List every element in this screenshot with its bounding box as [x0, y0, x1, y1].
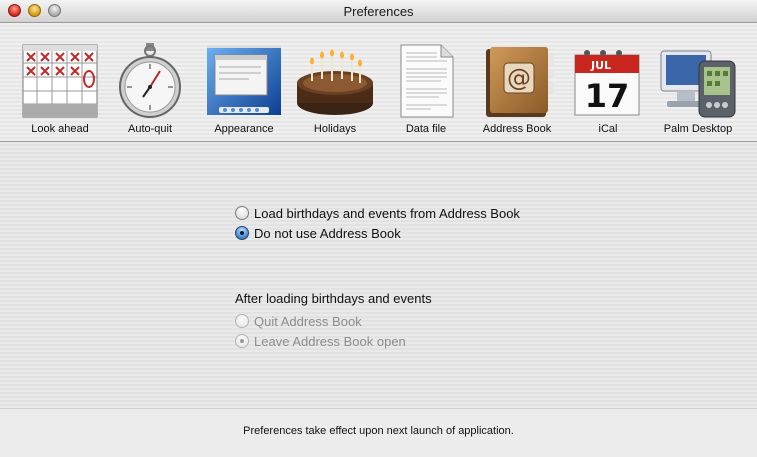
- radio-label: Do not use Address Book: [254, 225, 401, 241]
- radio-button[interactable]: [235, 314, 249, 328]
- toolbar-item-address-book[interactable]: @ Address Book: [472, 37, 562, 137]
- footer: Preferences take effect upon next launch…: [0, 408, 757, 457]
- toolbar-item-look-ahead[interactable]: Look ahead: [15, 37, 105, 137]
- radio-button[interactable]: [235, 226, 249, 240]
- radio-quit-address-book[interactable]: Quit Address Book: [235, 312, 362, 330]
- desktop-screenshot-icon: [199, 41, 289, 121]
- toolbar-item-data-file[interactable]: Data file: [381, 37, 471, 137]
- calendar-grid-icon: [15, 41, 105, 121]
- title-bar[interactable]: Preferences: [0, 0, 757, 23]
- radio-button[interactable]: [235, 206, 249, 220]
- toolbar-item-appearance[interactable]: Appearance: [199, 37, 289, 137]
- toolbar-label: iCal: [598, 123, 618, 135]
- window-title: Preferences: [343, 4, 414, 19]
- birthday-cake-icon: [290, 41, 380, 121]
- ical-month: JUL: [590, 59, 611, 72]
- preferences-toolbar: Look ahead Auto-quit Appearance Holidays…: [0, 23, 757, 142]
- stopwatch-icon: [105, 41, 195, 121]
- document-icon: [381, 41, 471, 121]
- toolbar-item-palm-desktop[interactable]: Palm Desktop: [653, 37, 743, 137]
- footer-note: Preferences take effect upon next launch…: [243, 425, 514, 437]
- toolbar-label: Look ahead: [31, 123, 89, 135]
- radio-do-not-use-address-book[interactable]: Do not use Address Book: [235, 224, 401, 242]
- toolbar-label: Auto-quit: [127, 123, 173, 135]
- radio-label: Load birthdays and events from Address B…: [254, 205, 520, 221]
- toolbar-label: Holidays: [313, 123, 357, 135]
- radio-leave-address-book-open[interactable]: Leave Address Book open: [235, 332, 406, 350]
- ical-icon: JUL 17: [563, 41, 653, 121]
- radio-load-from-address-book[interactable]: Load birthdays and events from Address B…: [235, 204, 520, 222]
- preferences-content: Load birthdays and events from Address B…: [0, 142, 757, 408]
- toolbar-item-holidays[interactable]: Holidays: [290, 37, 380, 137]
- radio-label: Quit Address Book: [254, 313, 362, 329]
- after-loading-heading: After loading birthdays and events: [235, 291, 432, 306]
- palm-desktop-icon: [653, 41, 743, 121]
- preferences-window: Preferences Look ahead Auto-quit Appeara…: [0, 0, 757, 457]
- radio-button[interactable]: [235, 334, 249, 348]
- toolbar-item-ical[interactable]: JUL 17 iCal: [563, 37, 653, 137]
- ical-day: 17: [585, 77, 630, 115]
- toolbar-label: Address Book: [482, 123, 552, 135]
- svg-text:@: @: [507, 64, 531, 92]
- radio-label: Leave Address Book open: [254, 333, 406, 349]
- toolbar-item-auto-quit[interactable]: Auto-quit: [105, 37, 195, 137]
- toolbar-label: Appearance: [214, 123, 274, 135]
- toolbar-label: Data file: [405, 123, 447, 135]
- toolbar-label: Palm Desktop: [663, 123, 733, 135]
- address-book-icon: @: [472, 41, 562, 121]
